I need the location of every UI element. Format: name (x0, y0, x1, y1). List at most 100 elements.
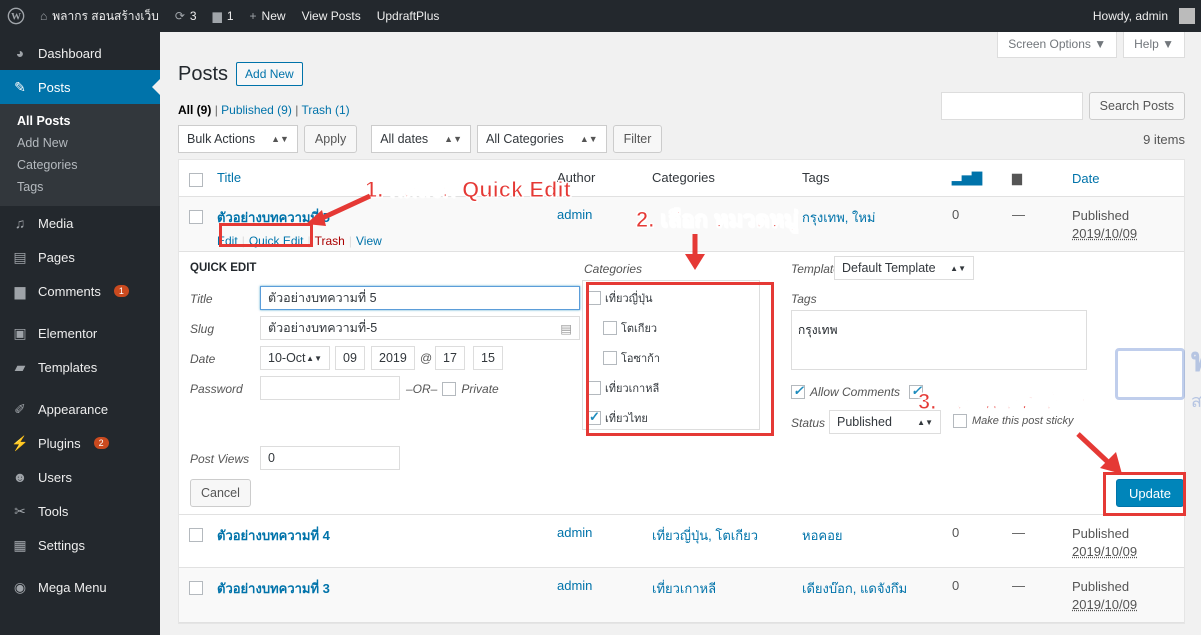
search-box: Search Posts (940, 92, 1185, 120)
search-input[interactable] (940, 92, 1083, 120)
filter-all[interactable]: All (9) (178, 103, 211, 117)
quick-edit-highlight-box (219, 223, 313, 247)
row-checkbox[interactable] (189, 581, 203, 595)
day-input[interactable]: 09 (335, 346, 365, 370)
password-input[interactable] (260, 376, 400, 400)
chevron-updown-icon: ▲▼ (444, 134, 462, 144)
select-all-checkbox[interactable] (189, 173, 203, 187)
menu-posts[interactable]: ✎ Posts (0, 70, 160, 104)
submenu-all-posts[interactable]: All Posts (0, 110, 160, 132)
filter-button[interactable]: Filter (612, 125, 663, 153)
menu-label: Pages (38, 249, 75, 265)
cancel-button[interactable]: Cancel (190, 479, 251, 507)
slug-label: Slug (190, 322, 215, 336)
arrow-step1-icon (306, 193, 372, 226)
menu-comments[interactable]: ▆ Comments 1 (0, 274, 160, 308)
hour-input[interactable]: 17 (435, 346, 465, 370)
comments-count: 1 (226, 9, 234, 23)
filter-trash[interactable]: Trash (1) (301, 103, 349, 117)
menu-mega-menu[interactable]: ◉ Mega Menu (0, 570, 160, 604)
slug-input[interactable]: ตัวอย่างบทความที่-5 ▤ (260, 316, 580, 340)
dates-select[interactable]: All dates ▲▼ (371, 125, 471, 153)
view-posts-link[interactable]: View Posts (294, 0, 369, 32)
post-date: 2019/10/09 (1072, 226, 1138, 241)
settings-icon: ▦ (13, 536, 27, 553)
private-checkbox[interactable] (442, 382, 457, 396)
column-date[interactable]: Date (1064, 160, 1184, 196)
title-input[interactable]: ตัวอย่างบทความที่ 5 (260, 286, 580, 310)
search-posts-button[interactable]: Search Posts (1088, 92, 1185, 120)
comments-link[interactable]: ▆ 1 (205, 0, 242, 32)
post-categories[interactable]: เที่ยวญี่ปุ่น, โตเกียว (644, 515, 794, 567)
tags-textarea[interactable]: กรุงเทพ (791, 310, 1087, 370)
trash-link[interactable]: Trash (315, 234, 345, 248)
menu-appearance[interactable]: ✐ Appearance (0, 392, 160, 426)
row-checkbox[interactable] (189, 528, 203, 542)
account-menu[interactable]: Howdy, admin (1085, 0, 1201, 32)
menu-label: Posts (38, 79, 71, 95)
post-tags[interactable]: เดียงบ๊อก, แดจังกึม (794, 568, 944, 622)
menu-users[interactable]: ☻ Users (0, 460, 160, 494)
annotation-step1: 1. กดลิงค์ Quick Edit (365, 177, 572, 203)
home-icon: ⌂ (40, 9, 48, 23)
post-categories[interactable]: เที่ยวเกาหลี (644, 568, 794, 622)
bulk-actions-select[interactable]: Bulk Actions ▲▼ (178, 125, 298, 153)
watermark-logo-icon (1115, 347, 1185, 400)
plugins-badge: 2 (93, 437, 109, 449)
apply-button[interactable]: Apply (303, 125, 358, 153)
menu-label: Tools (38, 503, 69, 519)
post-author[interactable]: admin (549, 568, 644, 622)
add-new-button[interactable]: Add New (236, 62, 303, 86)
users-icon: ☻ (12, 469, 28, 485)
filter-published[interactable]: Published (9) (221, 103, 292, 117)
categories-highlight-box (586, 282, 774, 436)
menu-pages[interactable]: ▤ Pages (0, 240, 160, 274)
submenu-tags[interactable]: Tags (0, 176, 160, 198)
table-row: ตัวอย่างบทความที่ 4 admin เที่ยวญี่ปุ่น,… (179, 515, 1184, 568)
brush-icon: ✐ (14, 400, 26, 417)
post-views: 0 (952, 207, 960, 222)
menu-label: Users (38, 469, 72, 485)
menu-templates[interactable]: ▰ Templates (0, 350, 160, 384)
wordpress-logo-icon[interactable]: W (0, 0, 32, 32)
items-count: 9 items (1143, 132, 1185, 147)
comments-icon: ▆ (14, 282, 26, 299)
screen-options-button[interactable]: Screen Options ▼ (997, 32, 1118, 58)
post-tags[interactable]: หอคอย (794, 515, 944, 567)
help-button[interactable]: Help ▼ (1123, 32, 1185, 58)
row-checkbox[interactable] (189, 210, 203, 224)
comments-badge: 1 (113, 285, 129, 297)
avatar (1179, 8, 1195, 24)
post-author[interactable]: admin (549, 515, 644, 567)
allow-comments-checkbox[interactable] (791, 383, 805, 399)
updates-link[interactable]: ⟳ 3 (167, 0, 205, 32)
year-input[interactable]: 2019 (371, 346, 415, 370)
minute-input[interactable]: 15 (473, 346, 503, 370)
post-title-link[interactable]: ตัวอย่างบทความที่ 4 (217, 525, 541, 546)
post-title-link[interactable]: ตัวอย่างบทความที่ 3 (217, 578, 541, 599)
submenu-add-new[interactable]: Add New (0, 132, 160, 154)
dashboard-icon: ◕ (15, 45, 25, 61)
menu-tools[interactable]: ✂ Tools (0, 494, 160, 528)
allow-comments-group: Allow Comments (791, 383, 924, 399)
new-content-link[interactable]: + New (242, 0, 294, 32)
month-select[interactable]: 10-Oct ▲▼ (260, 346, 330, 370)
menu-settings[interactable]: ▦ Settings (0, 528, 160, 562)
post-tags[interactable]: กรุงเทพ, ใหม่ (794, 197, 944, 251)
post-views-input[interactable]: 0 (260, 446, 400, 470)
categories-select[interactable]: All Categories ▲▼ (476, 125, 607, 153)
table-row: ตัวอย่างบทความที่ 3 admin เที่ยวเกาหลี เ… (179, 568, 1184, 623)
view-link[interactable]: View (356, 234, 382, 248)
watermark-subtitle: สอนสร้างเว็บ (1191, 391, 1201, 411)
template-select[interactable]: Default Template ▲▼ (834, 256, 974, 280)
menu-label: Plugins (38, 435, 81, 451)
menu-media[interactable]: ♫ Media (0, 206, 160, 240)
menu-dashboard[interactable]: ◕ Dashboard (0, 36, 160, 70)
post-status: Published (1072, 579, 1130, 594)
menu-plugins[interactable]: ⚡ Plugins 2 (0, 426, 160, 460)
submenu-categories[interactable]: Categories (0, 154, 160, 176)
site-name-link[interactable]: ⌂ พลากร สอนสร้างเว็บ (32, 0, 167, 32)
folder-icon: ▰ (14, 358, 26, 375)
menu-elementor[interactable]: ▣ Elementor (0, 316, 160, 350)
updraftplus-link[interactable]: UpdraftPlus (369, 0, 448, 32)
